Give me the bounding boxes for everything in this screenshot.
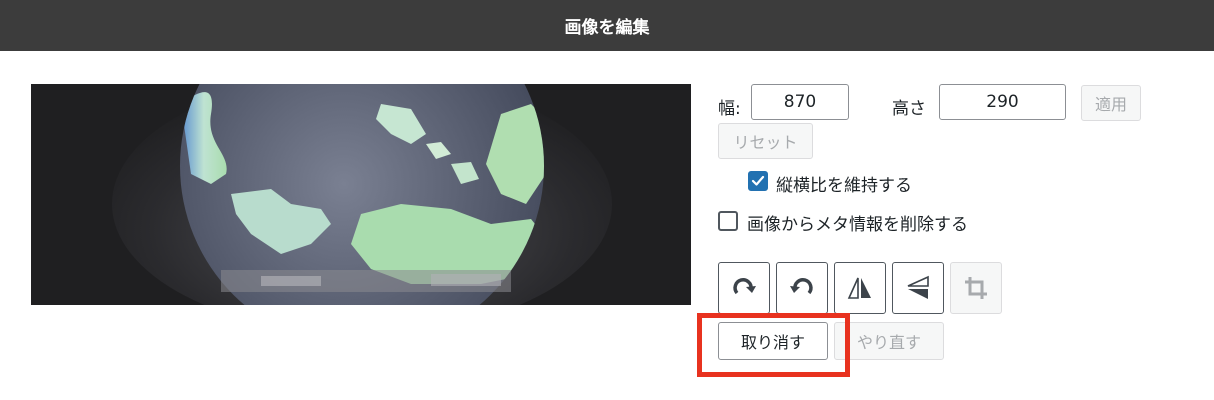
- remove-meta-label: 画像からメタ情報を削除する: [747, 215, 968, 235]
- remove-meta-checkbox[interactable]: [718, 211, 738, 231]
- rotate-right-button[interactable]: [718, 262, 770, 314]
- flip-vertical-button[interactable]: [834, 262, 886, 314]
- height-label: 高さ: [892, 99, 926, 119]
- rotate-left-button[interactable]: [776, 262, 828, 314]
- image-preview: [31, 84, 691, 305]
- image-tools: [718, 262, 1018, 314]
- width-input[interactable]: [751, 84, 849, 120]
- header-title: 画像を編集: [0, 0, 1214, 51]
- height-input[interactable]: [939, 84, 1066, 120]
- rotate-right-icon: [733, 278, 756, 295]
- flip-horizontal-button[interactable]: [892, 262, 944, 314]
- redo-button[interactable]: やり直す: [834, 322, 944, 360]
- width-label: 幅:: [718, 99, 741, 119]
- apply-button[interactable]: 適用: [1081, 85, 1141, 121]
- keep-aspect-checkbox[interactable]: [748, 171, 768, 191]
- undo-highlight-box: [697, 313, 850, 377]
- flip-vertical-icon: [847, 277, 871, 299]
- crop-button[interactable]: [950, 262, 1002, 314]
- keep-aspect-label: 縦横比を維持する: [776, 176, 912, 196]
- crop-icon: [965, 277, 987, 299]
- globe-image: [31, 84, 691, 305]
- checkmark-icon: [751, 175, 765, 186]
- flip-horizontal-icon: [907, 275, 929, 299]
- rotate-left-icon: [790, 278, 813, 295]
- reset-button[interactable]: リセット: [718, 123, 813, 159]
